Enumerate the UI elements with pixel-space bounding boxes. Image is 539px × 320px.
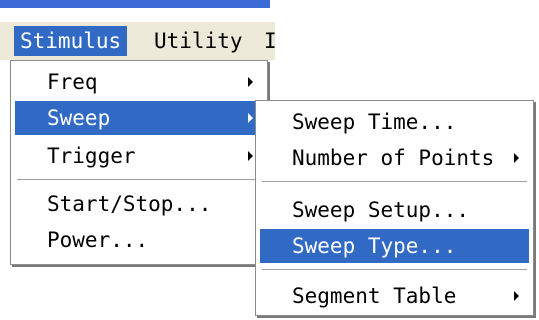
- menu-item-freq-label: Freq: [47, 70, 98, 94]
- menu-item-power-label: Power...: [47, 228, 149, 252]
- title-bar-strip: [0, 0, 270, 8]
- menu-separator: [17, 179, 261, 181]
- menu-item-sweep-setup[interactable]: Sweep Setup...: [260, 193, 529, 227]
- menu-item-sweep-type-label: Sweep Type...: [292, 234, 457, 258]
- menu-item-number-of-points-label: Number of Points: [292, 146, 495, 170]
- menu-item-sweep-time[interactable]: Sweep Time...: [260, 105, 529, 139]
- menu-item-sweep-type[interactable]: Sweep Type...: [260, 229, 529, 263]
- menu-item-freq[interactable]: Freq: [15, 65, 263, 99]
- menu-item-sweep-setup-label: Sweep Setup...: [292, 198, 470, 222]
- menu-item-sweep-label: Sweep: [47, 106, 111, 130]
- submenu-arrow-icon: [514, 291, 519, 301]
- menu-item-sweep-time-label: Sweep Time...: [292, 110, 457, 134]
- menu-item-power[interactable]: Power...: [15, 223, 263, 257]
- menu-item-segment-table[interactable]: Segment Table: [260, 279, 529, 313]
- menu-bar: Stimulus Utility I: [0, 22, 277, 60]
- sweep-submenu: Sweep Time... Number of Points Sweep Set…: [255, 100, 534, 316]
- submenu-arrow-icon: [514, 153, 519, 163]
- menu-separator: [262, 269, 527, 271]
- menu-item-number-of-points[interactable]: Number of Points: [260, 141, 529, 175]
- menu-item-start-stop-label: Start/Stop...: [47, 192, 212, 216]
- menu-separator: [262, 181, 527, 183]
- menu-item-sweep[interactable]: Sweep: [15, 101, 263, 135]
- submenu-arrow-icon: [248, 77, 253, 87]
- submenu-arrow-icon: [248, 113, 253, 123]
- stimulus-menu: Freq Sweep Trigger Start/Stop... Power..…: [10, 60, 268, 265]
- submenu-arrow-icon: [248, 151, 253, 161]
- menu-item-start-stop[interactable]: Start/Stop...: [15, 187, 263, 221]
- menu-utility[interactable]: Utility: [148, 26, 249, 56]
- menu-stimulus[interactable]: Stimulus: [14, 26, 128, 56]
- menu-item-trigger-label: Trigger: [47, 144, 136, 168]
- menu-item-trigger[interactable]: Trigger: [15, 139, 263, 173]
- menu-item-segment-table-label: Segment Table: [292, 284, 457, 308]
- menu-next-partial[interactable]: I: [258, 26, 283, 56]
